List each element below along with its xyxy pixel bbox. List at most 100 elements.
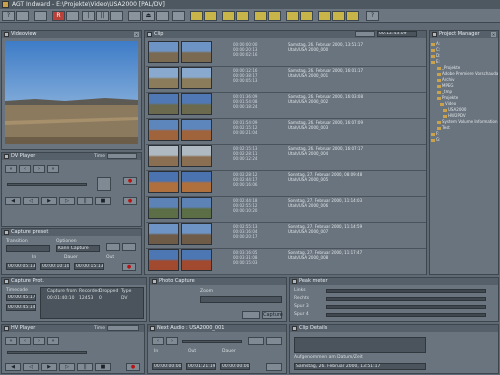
dv-rewind-button[interactable]: ‹ [19,165,31,173]
toolbar-button-5[interactable] [66,11,79,21]
toolbar-folder-button-6[interactable] [268,11,281,21]
dv-time-field[interactable] [107,153,137,159]
hv-jog-slider[interactable] [7,351,87,354]
audio-prev-button[interactable]: ‹ [152,337,164,345]
clip-thumbnail[interactable] [148,93,179,115]
dv-step-back-button[interactable]: ◁ [23,197,39,205]
clip-notes-field[interactable] [294,337,426,353]
clip-thumbnail[interactable] [148,249,179,271]
toolbar-help-button[interactable]: ? [2,11,15,21]
clip-row[interactable]: 00:00:00:00 00:00:20:13 00:00:02:16 Samstag… [146,39,426,67]
clip-thumbnail[interactable] [181,171,212,193]
toolbar-folder-button-2[interactable] [204,11,217,21]
hv-stop-button[interactable]: ■ [95,363,111,371]
clip-thumbnail[interactable] [181,223,212,245]
hv-rewind-button[interactable]: ‹ [19,337,31,345]
hv-step-forward-button[interactable]: ▷ [59,363,75,371]
clip-thumbnail[interactable] [148,145,179,167]
dv-forward-fast-button[interactable]: » [47,165,59,173]
toolbar-button-11[interactable] [156,11,169,21]
hv-rewind-fast-button[interactable]: « [5,337,17,345]
hv-pause-button[interactable]: || [77,363,93,371]
clip-row[interactable]: 00:00:12:16 00:00:38:17 00:00:05:13 Samstag… [146,65,426,93]
capture-out-button[interactable] [122,243,136,251]
clip-thumbnail[interactable] [181,249,212,271]
clip-row[interactable]: 00:02:28:12 00:02:44:17 00:00:16:06 Sonntag… [146,169,426,197]
transition-field[interactable] [6,245,50,252]
tree-item[interactable]: Test [437,125,450,130]
zoom-select[interactable] [200,296,282,303]
toolbar-about-button[interactable]: ? [366,11,379,21]
toolbar-folder-button-5[interactable] [254,11,267,21]
clip-thumbnail[interactable] [181,145,212,167]
clip-row[interactable]: 00:01:36:09 00:01:54:08 00:00:18:24 Samstag… [146,91,426,119]
dv-forward-button[interactable]: › [33,165,45,173]
tree-item[interactable]: MPEG [437,83,454,88]
clip-row[interactable]: 00:02:55:13 00:03:16:04 00:00:20:17 Sonntag… [146,221,426,249]
dv-jog-slider[interactable] [7,183,87,186]
tree-item[interactable]: F: [431,131,439,136]
dv-record-button-2[interactable]: ● [123,197,137,205]
tree-item[interactable]: HW2PDV [443,113,466,118]
hv-step-back-button[interactable]: ◁ [23,363,39,371]
clip-row[interactable]: 00:02:44:18 00:02:55:12 00:00:10:20 Sonntag… [146,195,426,223]
audio-go-button[interactable] [266,337,282,345]
toolbar-button-3[interactable] [34,11,47,21]
tree-item[interactable]: _Projekte [437,65,460,70]
clip-timecode-field[interactable]: 00:12:43:09 [377,31,417,37]
toolbar-button-9[interactable] [128,11,141,21]
clip-thumbnail[interactable] [181,93,212,115]
hv-play-reverse-button[interactable]: ◀ [5,363,21,371]
dv-stop-button[interactable]: ■ [95,197,111,205]
dv-rewind-fast-button[interactable]: « [5,165,17,173]
clip-thumbnail[interactable] [181,197,212,219]
tree-item[interactable]: D: [431,53,440,58]
tree-item[interactable]: Adobe Premiere Vorschaudateien [437,71,498,76]
dv-step-forward-button[interactable]: ▷ [59,197,75,205]
toolbar-folder-button-9[interactable] [318,11,331,21]
clip-thumbnail[interactable] [148,223,179,245]
capture-duration-field[interactable]: 00:00:15:13 [74,263,104,270]
audio-out-field[interactable]: 00:01:21:19 [186,363,216,370]
tree-item[interactable]: C: [431,47,440,52]
toolbar-button-2[interactable] [16,11,29,21]
dv-shuttle-knob[interactable] [97,177,111,191]
audio-next-button[interactable]: › [166,337,178,345]
toolbar-folder-button-10[interactable] [332,11,345,21]
toolbar-folder-button-11[interactable] [346,11,359,21]
capture-record-button[interactable]: ● [122,263,136,271]
hv-record-button[interactable]: ● [126,363,140,371]
tree-item[interactable]: Video [440,101,456,106]
clip-row[interactable]: 00:03:16:05 00:03:31:08 00:00:15:03 Sonntag… [146,247,426,275]
toolbar-pause-button[interactable]: || [96,11,109,21]
clip-thumbnail[interactable] [181,67,212,89]
toolbar-button-8[interactable] [110,11,123,21]
dv-play-button[interactable]: ▶ [41,197,57,205]
tree-item[interactable]: A: [431,41,440,46]
capture-out-field[interactable]: 00:00:10:10 [40,263,70,270]
audio-duration-field[interactable]: 00:00:00:00 [220,363,250,370]
tree-item[interactable]: _tmp [437,89,452,94]
close-icon[interactable]: × [491,32,496,37]
clip-row[interactable]: 00:01:54:09 00:02:15:12 00:00:21:04 Samstag… [146,117,426,145]
toolbar-button-6[interactable]: | [82,11,95,21]
audio-slider[interactable] [182,340,242,343]
tree-item[interactable]: G: [431,137,440,142]
clip-thumbnail[interactable] [148,41,179,63]
dv-record-button[interactable]: ● [123,177,137,185]
clip-thumbnail[interactable] [181,119,212,141]
tree-item[interactable]: E: [431,59,440,64]
tree-item[interactable]: System Volume Information [437,119,498,124]
clip-thumbnail[interactable] [148,171,179,193]
toolbar-record-button[interactable]: R [52,11,65,21]
clip-thumbnail[interactable] [181,41,212,63]
dv-pause-button[interactable]: || [77,197,93,205]
clip-thumbnail[interactable] [148,197,179,219]
clip-row[interactable]: 00:02:15:13 00:02:28:11 00:00:12:24 Samstag… [146,143,426,171]
dv-play-reverse-button[interactable]: ◀ [5,197,21,205]
hv-forward-fast-button[interactable]: » [47,337,59,345]
tree-item[interactable]: Projekte [437,95,458,100]
tree-item[interactable]: Archiv [437,77,455,82]
clip-sort-button[interactable] [355,31,375,37]
toolbar-folder-button-3[interactable] [222,11,235,21]
